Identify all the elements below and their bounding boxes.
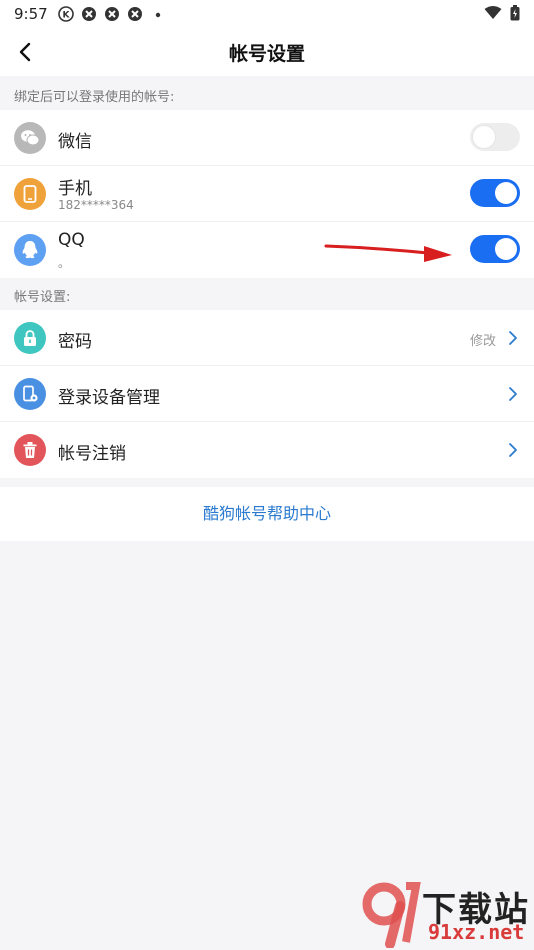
status-right xyxy=(484,5,520,21)
bind-section-label: 绑定后可以登录使用的帐号: xyxy=(14,90,175,105)
app-icon xyxy=(82,7,96,21)
phone-icon xyxy=(14,178,46,210)
bind-row-phone: 手机 182*****364 xyxy=(0,166,534,222)
chevron-right-icon xyxy=(509,443,517,457)
top-app-bar: 帐号设置 xyxy=(0,28,534,76)
settings-label-cancel-account: 帐号注销 xyxy=(58,444,126,464)
bind-row-wechat: 微信 xyxy=(0,110,534,166)
bind-label-qq: QQ xyxy=(58,230,85,250)
svg-text:K: K xyxy=(63,11,71,21)
watermark-url: 91xz.net xyxy=(428,920,525,944)
chevron-right-icon xyxy=(509,331,517,345)
qq-bind-toggle[interactable] xyxy=(470,235,520,263)
device-icon xyxy=(14,378,46,410)
toggle-knob xyxy=(495,182,517,204)
dot-icon xyxy=(155,12,161,18)
lock-icon xyxy=(14,322,46,354)
password-modify-text: 修改 xyxy=(469,334,496,349)
settings-row-cancel-account[interactable]: 帐号注销 xyxy=(0,422,534,478)
app-icon xyxy=(128,7,142,21)
bind-label-phone: 手机 xyxy=(58,179,92,199)
phone-bind-toggle[interactable] xyxy=(470,179,520,207)
page-title: 帐号设置 xyxy=(228,43,305,65)
watermark-logo: 下载站 91xz.net xyxy=(360,882,530,948)
toggle-knob xyxy=(473,126,495,148)
account-settings-group: 密码 修改 登录设备管理 帐号注销 xyxy=(0,310,534,478)
watermark-9-icon xyxy=(362,882,421,948)
battery-icon xyxy=(510,5,520,21)
settings-row-password[interactable]: 密码 修改 xyxy=(0,310,534,366)
app-icon xyxy=(105,7,119,21)
status-icons: K xyxy=(58,6,166,22)
wechat-icon xyxy=(14,122,46,154)
annotation-arrow xyxy=(324,244,452,262)
trash-icon xyxy=(14,434,46,466)
wechat-bind-toggle[interactable] xyxy=(470,123,520,151)
settings-label-devices: 登录设备管理 xyxy=(58,388,160,408)
status-bar: 9:57 K xyxy=(0,0,534,28)
qq-icon xyxy=(14,234,46,266)
bind-sub-qq: 。 xyxy=(58,256,71,270)
status-time: 9:57 xyxy=(14,5,48,23)
bind-sub-phone: 182*****364 xyxy=(58,198,134,212)
help-center-link[interactable]: 酷狗帐号帮助中心 xyxy=(0,487,534,541)
settings-row-devices[interactable]: 登录设备管理 xyxy=(0,366,534,422)
chevron-right-icon xyxy=(509,387,517,401)
settings-label-password: 密码 xyxy=(58,332,92,352)
wifi-icon xyxy=(484,6,502,19)
k-badge-icon: K xyxy=(58,6,74,22)
bind-label-wechat: 微信 xyxy=(58,132,92,152)
account-section-label: 帐号设置: xyxy=(14,290,71,305)
toggle-knob xyxy=(495,238,517,260)
